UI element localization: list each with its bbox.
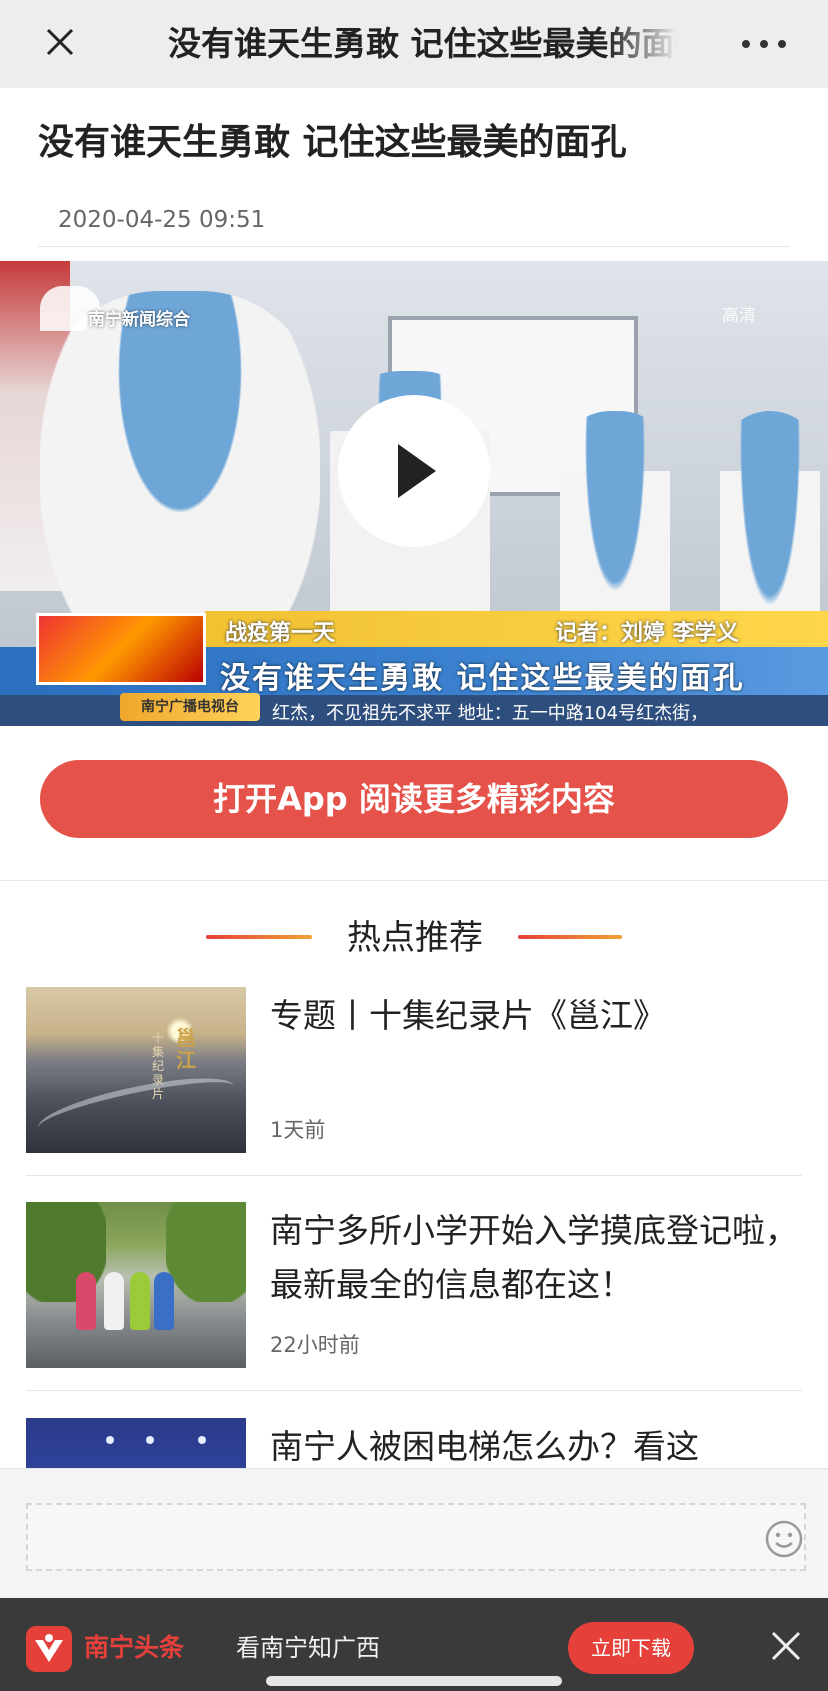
thumb-title: 邕江 xyxy=(176,1026,196,1072)
video-caption: 没有谁天生勇敢 记住这些最美的面孔 xyxy=(220,661,745,696)
recommend-title: 热点推荐 xyxy=(347,918,483,958)
video-quality-label: 高清 xyxy=(722,306,756,326)
video-channel-label: 南宁新闻综合 xyxy=(88,310,190,330)
divider xyxy=(26,1175,802,1176)
lamp-graphic xyxy=(106,1436,114,1444)
app-slogan: 看南宁知广西 xyxy=(236,1634,380,1662)
child-graphic xyxy=(130,1272,150,1330)
lamp-graphic xyxy=(146,1436,154,1444)
divider xyxy=(26,1390,802,1391)
comment-bar xyxy=(0,1468,828,1598)
divider xyxy=(38,246,790,247)
thumb-subtitle: 十集纪录片 xyxy=(152,1031,165,1101)
news-headline: 南宁人被困电梯怎么办？看这 xyxy=(270,1427,699,1466)
nav-bar: 没有谁天生勇敢 记住这些最美的面孔 xyxy=(0,0,828,88)
page: 没有谁天生勇敢 记住这些最美的面孔 没有谁天生勇敢 记住这些最美的面孔 2020… xyxy=(0,0,828,1691)
station-badge: 南宁广播电视台 xyxy=(120,693,260,721)
comment-input[interactable] xyxy=(26,1503,806,1571)
recommend-header: 热点推荐 xyxy=(0,908,828,964)
app-name: 南宁头条 xyxy=(84,1633,185,1662)
news-thumbnail xyxy=(26,1202,246,1368)
close-icon[interactable] xyxy=(40,24,88,64)
download-button[interactable]: 立即下载 xyxy=(568,1622,694,1674)
news-headline: 专题丨十集纪录片《邕江》 xyxy=(270,996,666,1035)
news-item[interactable]: 十集纪录片 邕江 专题丨十集纪录片《邕江》 1天前 xyxy=(26,987,802,1201)
show-badge-icon xyxy=(36,613,206,685)
play-button[interactable] xyxy=(338,395,490,547)
child-graphic xyxy=(76,1272,96,1330)
video-player[interactable]: 南宁新闻综合 高清 战疫第一天 记者：刘婷 李学义 没有谁天生勇敢 记住这些最美… xyxy=(0,261,828,726)
lamp-graphic xyxy=(198,1436,206,1444)
decor-line xyxy=(206,935,312,939)
emoji-icon[interactable] xyxy=(764,1519,804,1559)
news-headline: 南宁多所小学开始入学摸底登记啦，最新最全的信息都在这！ xyxy=(270,1211,798,1304)
article-date: 2020-04-25 09:51 xyxy=(58,207,266,233)
station-label: 南宁广播电视台 xyxy=(141,699,239,715)
home-indicator xyxy=(266,1676,562,1686)
tree-graphic xyxy=(166,1202,246,1302)
news-time: 1天前 xyxy=(270,1118,326,1142)
video-band-left: 战疫第一天 xyxy=(225,621,336,646)
video-lower-third-top: 战疫第一天 记者：刘婷 李学义 xyxy=(205,611,828,647)
play-icon xyxy=(398,444,436,498)
video-band-right: 记者：刘婷 李学义 xyxy=(555,621,739,646)
decor-line xyxy=(518,935,622,939)
open-app-button[interactable]: 打开App 阅读更多精彩内容 xyxy=(40,760,788,838)
river-graphic xyxy=(34,1066,238,1148)
app-logo-icon xyxy=(26,1626,72,1672)
close-icon[interactable] xyxy=(770,1630,802,1662)
section-divider xyxy=(0,880,828,881)
more-icon[interactable] xyxy=(742,24,786,64)
news-thumbnail: 十集纪录片 邕江 xyxy=(26,987,246,1153)
news-time: 22小时前 xyxy=(270,1333,360,1357)
child-graphic xyxy=(154,1272,174,1330)
video-ticker: 红杰，不见祖先不求平 地址：五一中路104号红杰街， xyxy=(272,703,709,724)
nav-title: 没有谁天生勇敢 记住这些最美的面孔 xyxy=(168,24,678,63)
news-item[interactable]: 南宁多所小学开始入学摸底登记啦，最新最全的信息都在这！ 22小时前 xyxy=(26,1202,802,1416)
article-title: 没有谁天生勇敢 记住这些最美的面孔 xyxy=(38,122,627,163)
child-graphic xyxy=(104,1272,124,1330)
